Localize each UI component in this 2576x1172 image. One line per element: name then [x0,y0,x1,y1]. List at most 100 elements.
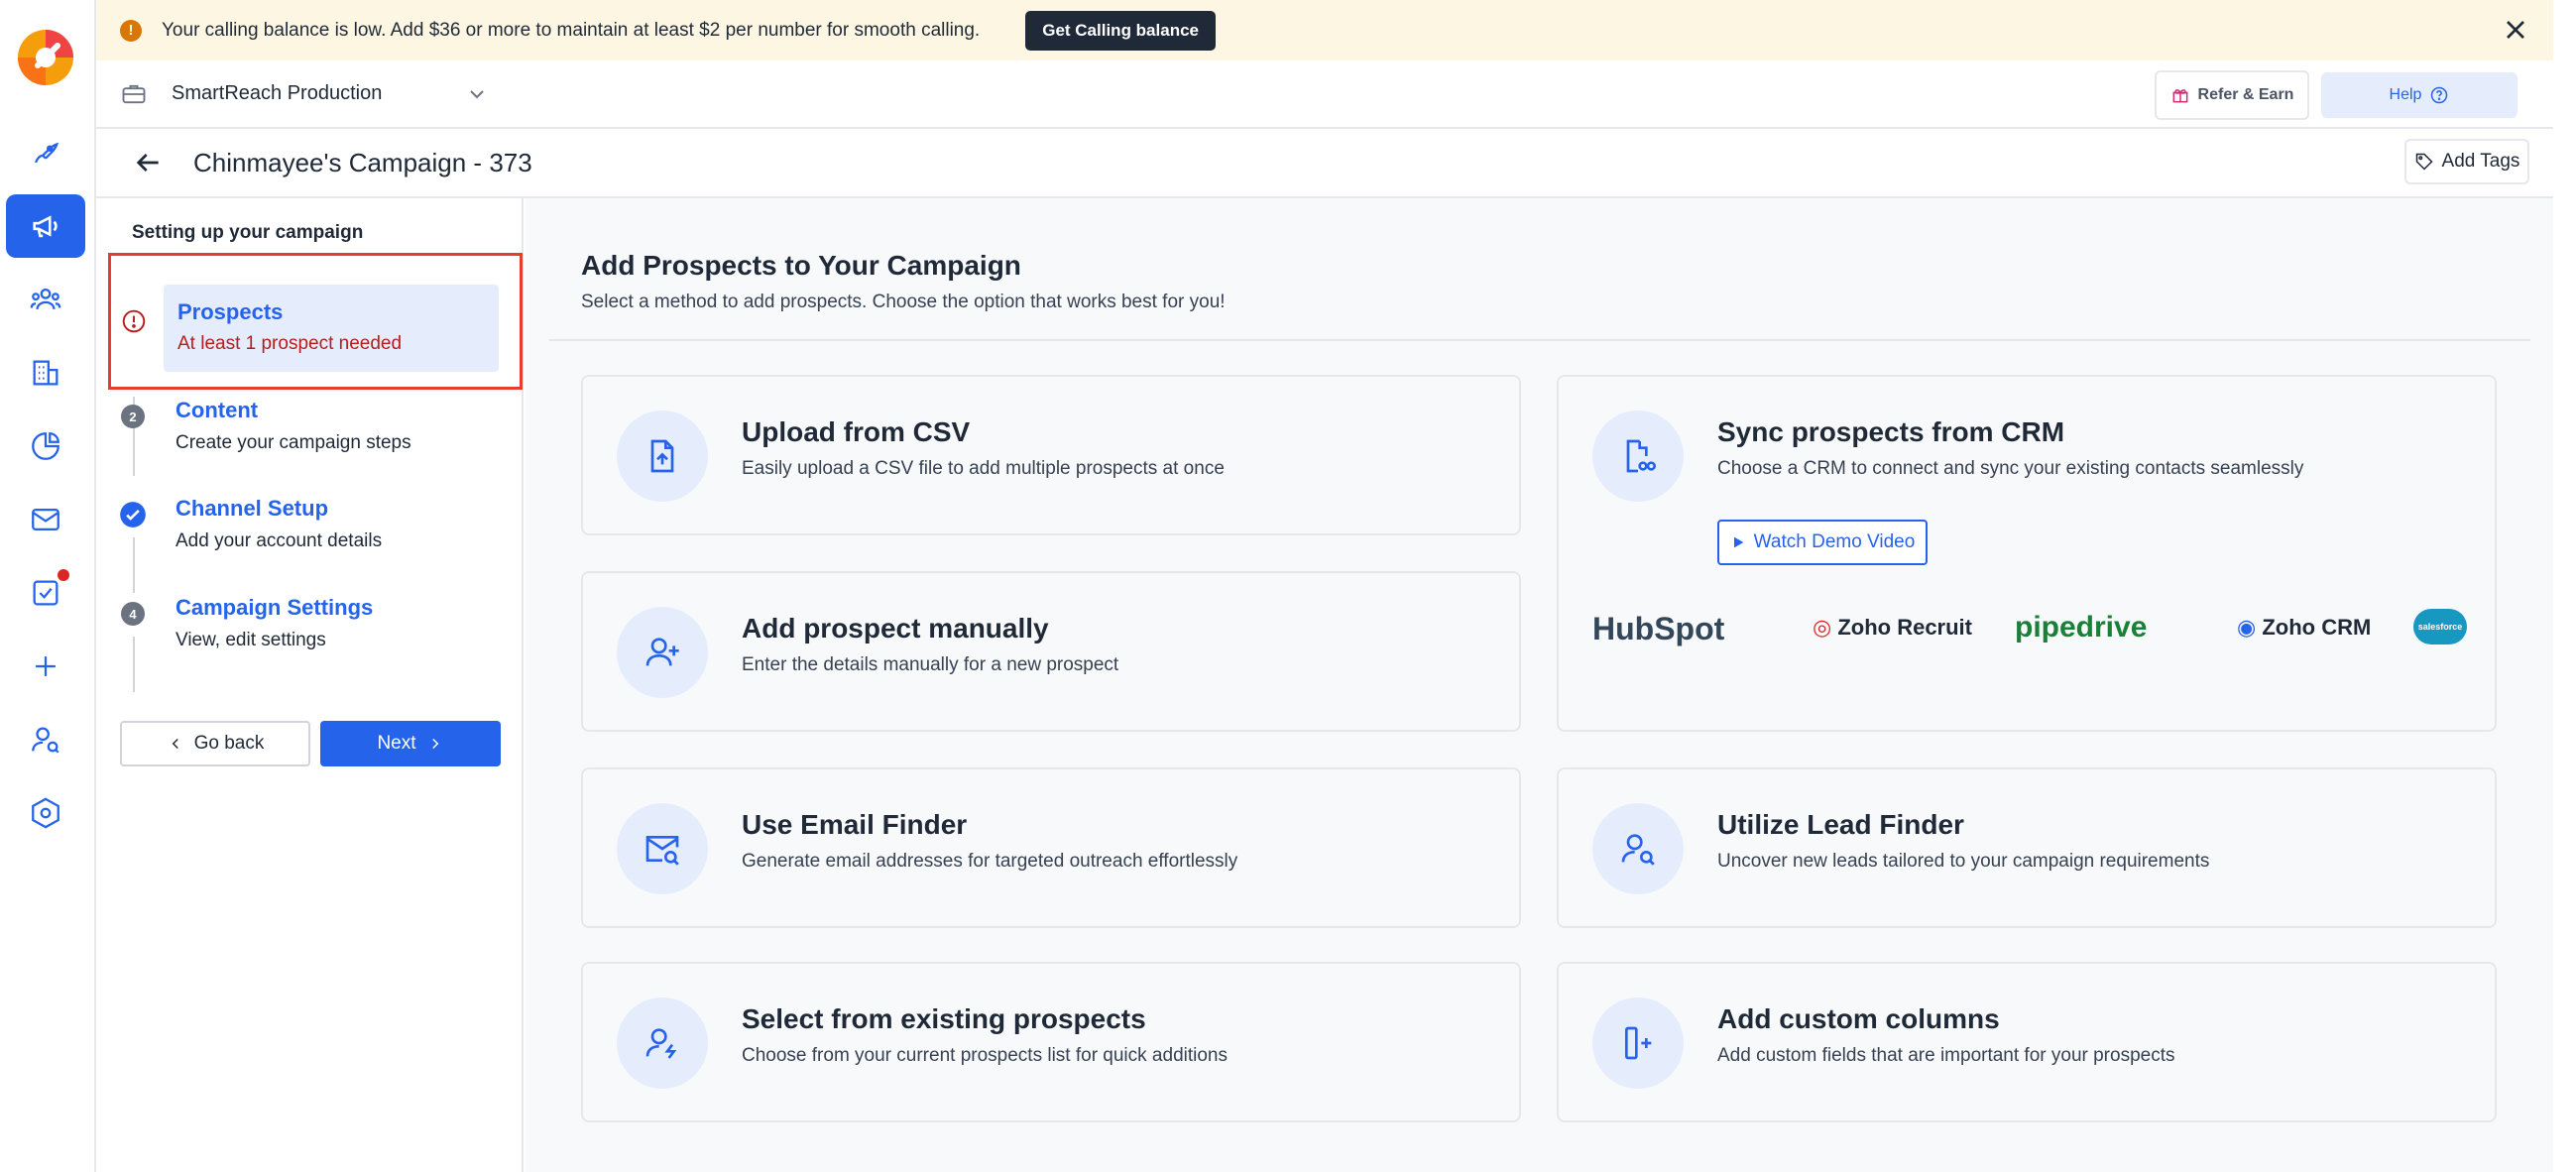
workspace-bar: SmartReach Production Refer & Earn Help [96,60,2553,129]
step-content-subtitle: Create your campaign steps [176,432,411,453]
go-back-button[interactable]: Go back [120,721,310,766]
chevron-left-icon [172,738,178,750]
campaign-header: Chinmayee's Campaign - 373 Add Tags [96,129,2553,198]
setup-stepper: Setting up your campaign Prospects At le… [96,198,524,1172]
step-channel-subtitle: Add your account details [176,530,383,551]
upload-csv-card[interactable]: Upload from CSV Easily upload a CSV file… [581,375,1521,535]
megaphone-icon[interactable] [6,194,85,258]
warning-icon: ! [120,19,142,42]
add-manually-card[interactable]: Add prospect manually Enter the details … [581,571,1521,732]
zoho-crm-mark: ◉ [2237,615,2257,640]
close-icon[interactable] [2500,14,2531,46]
chevron-down-icon[interactable] [465,82,489,106]
divider [549,339,2530,341]
pie-chart-icon[interactable] [6,414,85,478]
plus-icon[interactable] [6,635,85,698]
nav-rail [0,0,96,1172]
users-icon[interactable] [6,268,85,331]
refer-earn-button[interactable]: Refer & Earn [2155,70,2309,120]
step-connector [133,537,135,593]
card-description: Generate email addresses for targeted ou… [742,851,1238,872]
salesforce-logo[interactable]: salesforce [2413,609,2467,645]
page-title: Add Prospects to Your Campaign [581,250,1021,281]
email-finder-card[interactable]: Use Email Finder Generate email addresse… [581,767,1521,928]
zoho-recruit-mark: ◎ [1813,615,1832,640]
chevron-right-icon [431,738,438,750]
user-bolt-icon [617,997,708,1089]
pipedrive-logo[interactable]: pipedrive [2015,611,2147,645]
gift-icon [2172,89,2188,103]
user-search-icon [1592,803,1684,894]
check-circle-icon [119,501,147,528]
step-channel-title[interactable]: Channel Setup [176,496,328,522]
watch-demo-label: Watch Demo Video [1753,531,1916,552]
step-number: 2 [121,405,145,428]
card-title: Upload from CSV [742,416,971,447]
workspace-name[interactable]: SmartReach Production [172,82,382,105]
existing-prospects-card[interactable]: Select from existing prospects Choose fr… [581,962,1521,1122]
go-back-label: Go back [193,733,265,754]
help-label: Help [2389,86,2422,103]
banner-message: Your calling balance is low. Add $36 or … [162,19,981,41]
step-content-title[interactable]: Content [176,398,258,423]
card-title: Select from existing prospects [742,1003,1146,1034]
low-balance-banner: ! Your calling balance is low. Add $36 o… [96,0,2553,60]
page-subtitle: Select a method to add prospects. Choose… [581,292,1226,312]
watch-demo-button[interactable]: Watch Demo Video [1717,520,1928,565]
card-description: Add custom fields that are important for… [1717,1045,2175,1066]
mail-icon[interactable] [6,488,85,551]
step-connector [133,436,135,476]
settings-hex-icon[interactable] [6,781,85,845]
card-title: Add custom columns [1717,1003,2000,1034]
step-connector [133,637,135,692]
user-plus-icon [617,607,708,698]
file-link-icon [1592,410,1684,502]
step-settings-subtitle: View, edit settings [176,630,326,650]
play-icon [1733,536,1744,548]
app-logo[interactable] [14,26,77,89]
card-title: Use Email Finder [742,809,968,840]
card-description: Uncover new leads tailored to your campa… [1717,851,2210,872]
user-search-nav-icon[interactable] [6,708,85,771]
card-title: Sync prospects from CRM [1717,416,2065,447]
zoho-recruit-label: Zoho Recruit [1837,615,1972,640]
refer-earn-label: Refer & Earn [2197,86,2294,103]
zoho-crm-label: Zoho CRM [2262,615,2372,640]
notification-dot [58,569,69,581]
tasks-icon[interactable] [6,561,85,625]
main-content: Add Prospects to Your Campaign Select a … [526,198,2553,1172]
tag-icon [2415,153,2433,171]
step-settings-title[interactable]: Campaign Settings [176,595,373,621]
campaign-title: Chinmayee's Campaign - 373 [193,147,532,177]
rocket-icon[interactable] [6,121,85,184]
building-icon[interactable] [6,341,85,405]
sync-crm-card[interactable]: Sync prospects from CRM Choose a CRM to … [1557,375,2497,732]
add-tags-label: Add Tags [2441,151,2520,172]
briefcase-icon [120,80,148,108]
next-button[interactable]: Next [320,721,501,766]
error-circle-icon [121,308,147,334]
arrow-left-icon[interactable] [132,147,164,178]
card-description: Choose a CRM to connect and sync your ex… [1717,458,2304,479]
help-button[interactable]: Help [2321,72,2517,118]
question-circle-icon [2431,86,2448,104]
card-title: Utilize Lead Finder [1717,809,1964,840]
card-description: Easily upload a CSV file to add multiple… [742,458,1225,479]
zoho-crm-logo[interactable]: ◉ Zoho CRM [2237,615,2371,641]
step-prospects[interactable] [164,285,499,372]
card-description: Enter the details manually for a new pro… [742,654,1119,675]
get-calling-balance-button[interactable]: Get Calling balance [1025,10,1216,51]
next-label: Next [377,733,416,754]
lead-finder-card[interactable]: Utilize Lead Finder Uncover new leads ta… [1557,767,2497,928]
file-upload-icon [617,410,708,502]
step-prospects-title[interactable]: Prospects [177,299,283,325]
hubspot-logo[interactable]: HubSpot [1592,611,1724,647]
add-tags-button[interactable]: Add Tags [2404,139,2529,184]
step-prospects-subtitle: At least 1 prospect needed [177,333,403,354]
column-plus-icon [1592,997,1684,1089]
card-description: Choose from your current prospects list … [742,1045,1228,1066]
zoho-recruit-logo[interactable]: ◎ Zoho Recruit [1813,615,1972,641]
step-number: 4 [121,602,145,626]
custom-columns-card[interactable]: Add custom columns Add custom fields tha… [1557,962,2497,1122]
card-title: Add prospect manually [742,613,1049,644]
